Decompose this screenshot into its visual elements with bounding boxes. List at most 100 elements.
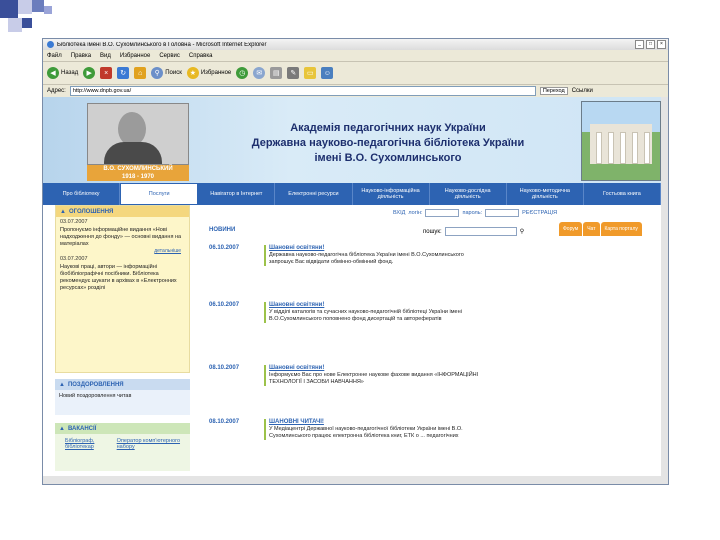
nav-guestbook[interactable]: Гостьова книга	[584, 183, 661, 205]
menu-view[interactable]: Вид	[100, 53, 111, 59]
edit-icon[interactable]: ✎	[287, 67, 300, 79]
refresh-icon[interactable]: ↻	[117, 67, 130, 79]
password-input[interactable]	[485, 209, 520, 217]
forward-arrow-icon[interactable]: ▶	[83, 67, 96, 79]
links-label[interactable]: Ссылки	[572, 88, 593, 94]
news-heading: НОВИНИ	[209, 227, 236, 233]
announcement-text: Пропонуємо інформаційне видання «Нові на…	[60, 227, 182, 247]
vacancy-link[interactable]: Бібліограф, бібліотекар	[65, 438, 111, 450]
menu-file[interactable]: Файл	[47, 53, 62, 59]
search-button[interactable]: ⚲ Поиск	[151, 67, 182, 79]
toolbar: ◀ Назад ▶ × ↻ ⌂ ⚲ Поиск ★ Избранное ◷ ✉ …	[43, 62, 668, 85]
portrait-caption: В.О. СУХОМЛИНСЬКИЙ 1918 - 1970	[87, 165, 189, 181]
news-title[interactable]: Шановні освітяни!	[269, 365, 479, 372]
news-item: 06.10.2007 Шановні освітяни! У відділі к…	[209, 302, 479, 323]
announcement-icon: ▲	[60, 208, 66, 215]
back-button[interactable]: ◀ Назад	[47, 67, 78, 79]
site-search-input[interactable]	[444, 227, 517, 236]
menu-edit[interactable]: Правка	[71, 53, 91, 59]
nav-info-activity[interactable]: Науково-інформаційна діяльність	[353, 183, 430, 205]
menu-bar: Файл Правка Вид Избранное Сервис Справка	[43, 50, 668, 62]
nav-about[interactable]: Про бібліотеку	[43, 183, 121, 205]
vertical-scrollbar[interactable]	[661, 97, 668, 484]
news-title[interactable]: Шановні освітяни!	[269, 302, 479, 309]
news-text: У Медіацентрі Державної науково-педагогі…	[269, 426, 463, 439]
nav-eresources[interactable]: Електронні ресурси	[275, 183, 353, 205]
password-label: пароль:	[462, 210, 483, 216]
congratulations-title: ПОЗДОРОВЛЕННЯ	[67, 381, 124, 388]
site-title-line2: Державна науково-педагогічна бібліотека …	[251, 137, 525, 149]
search-label: Поиск	[165, 70, 182, 76]
star-icon: ★	[186, 67, 199, 79]
announcements-header: ▲ ОГОЛОШЕННЯ	[56, 206, 189, 217]
history-icon[interactable]: ◷	[236, 67, 249, 79]
news-text: У відділі каталогів та сучасних науково-…	[269, 309, 462, 322]
stop-icon[interactable]: ×	[100, 67, 113, 79]
news-date: 06.10.2007	[209, 302, 240, 308]
maximize-button[interactable]: □	[646, 40, 655, 49]
horizontal-scrollbar[interactable]	[43, 476, 661, 484]
menu-tools[interactable]: Сервис	[159, 53, 180, 59]
news-title[interactable]: Шановні освітяни!	[269, 245, 479, 252]
site-title: Академія педагогічних наук України Держа…	[233, 121, 543, 166]
news-date: 08.10.2007	[209, 365, 240, 371]
chat-tab[interactable]: Чат	[583, 222, 600, 236]
title-bar: Бібліотека імені В.О. Сухомлинського в Г…	[43, 39, 668, 50]
portrait-name: В.О. СУХОМЛИНСЬКИЙ	[103, 166, 173, 172]
vacancies-icon: ▲	[59, 425, 65, 432]
announcement-date: 03.07.2007	[60, 256, 88, 262]
news-title[interactable]: ШАНОВНІ ЧИТАЧІ!	[269, 419, 479, 426]
congratulations-header: ▲ ПОЗДОРОВЛЕННЯ	[55, 379, 190, 390]
login-input[interactable]	[425, 209, 460, 217]
nav-services[interactable]: Послуги	[120, 183, 199, 205]
sitemap-tab[interactable]: Карта порталу	[600, 222, 642, 236]
back-arrow-icon: ◀	[47, 67, 59, 79]
news-item: 08.10.2007 Шановні освітяни! Інформуємо …	[209, 365, 479, 386]
vacancy-link[interactable]: Оператор комп'ютерного набору	[117, 438, 180, 450]
register-link[interactable]: РЕЄСТРАЦІЯ	[522, 210, 557, 216]
nav-methodical[interactable]: Науково-методична діяльність	[507, 183, 584, 205]
ie-icon	[47, 41, 54, 48]
favorites-button[interactable]: ★ Избранное	[186, 67, 231, 79]
library-building-photo	[581, 101, 661, 181]
address-label: Адрес:	[47, 88, 66, 94]
site-header: В.О. СУХОМЛИНСЬКИЙ 1918 - 1970 Академія …	[43, 97, 661, 183]
mail-icon[interactable]: ✉	[253, 67, 266, 79]
announcements-box: ▲ ОГОЛОШЕННЯ 03.07.2007 Пропонуємо інфор…	[55, 205, 190, 373]
vacancies-box: ▲ ВАКАНСІЇ Бібліограф, бібліотекар Опера…	[55, 423, 190, 471]
search-icon: ⚲	[151, 67, 164, 79]
messenger-icon[interactable]: ☺	[321, 67, 334, 79]
go-button[interactable]: Переход	[539, 87, 568, 95]
news-text: Інформуємо Вас про нове Електронне науко…	[269, 372, 479, 385]
forum-tab[interactable]: Форум	[559, 222, 583, 236]
left-column: ▲ ОГОЛОШЕННЯ 03.07.2007 Пропонуємо інфор…	[55, 205, 190, 484]
login-bar: ВХІД логін: пароль: РЕЄСТРАЦІЯ	[393, 208, 661, 218]
menu-help[interactable]: Справка	[189, 53, 213, 59]
browser-window: Бібліотека імені В.О. Сухомлинського в Г…	[42, 38, 669, 485]
home-icon[interactable]: ⌂	[134, 67, 147, 79]
vacancies-title: ВАКАНСІЇ	[67, 425, 97, 432]
announcements-title: ОГОЛОШЕННЯ	[68, 208, 114, 215]
announcement-date: 03.07.2007	[60, 219, 88, 225]
site-search-icon[interactable]: ⚲	[520, 228, 524, 235]
window-title: Бібліотека імені В.О. Сухомлинського в Г…	[57, 41, 267, 48]
service-tabs: Форум Чат Карта порталу	[559, 222, 642, 236]
login-enter[interactable]: ВХІД	[393, 210, 405, 216]
folder-icon[interactable]: ▭	[304, 67, 317, 79]
news-date: 08.10.2007	[209, 419, 240, 425]
congrats-icon: ▲	[59, 381, 65, 388]
news-date: 06.10.2007	[209, 245, 240, 251]
minimize-button[interactable]: _	[635, 40, 644, 49]
congratulations-text: Новий поздоровлення читав	[59, 393, 132, 399]
nav-research[interactable]: Науково-дослідна діяльність	[430, 183, 507, 205]
close-button[interactable]: ×	[657, 40, 666, 49]
nav-internet[interactable]: Навігатор в Інтернет	[198, 183, 276, 205]
print-icon[interactable]: ▤	[270, 67, 283, 79]
site-title-line3: імені В.О. Сухомлинського	[314, 152, 462, 164]
site-search: пошук: ⚲	[423, 227, 524, 236]
menu-favorites[interactable]: Избранное	[120, 53, 150, 59]
portrait-photo	[87, 103, 189, 165]
back-label: Назад	[61, 70, 79, 76]
address-input[interactable]	[69, 86, 536, 96]
news-item: 06.10.2007 Шановні освітяни! Державна на…	[209, 245, 479, 266]
